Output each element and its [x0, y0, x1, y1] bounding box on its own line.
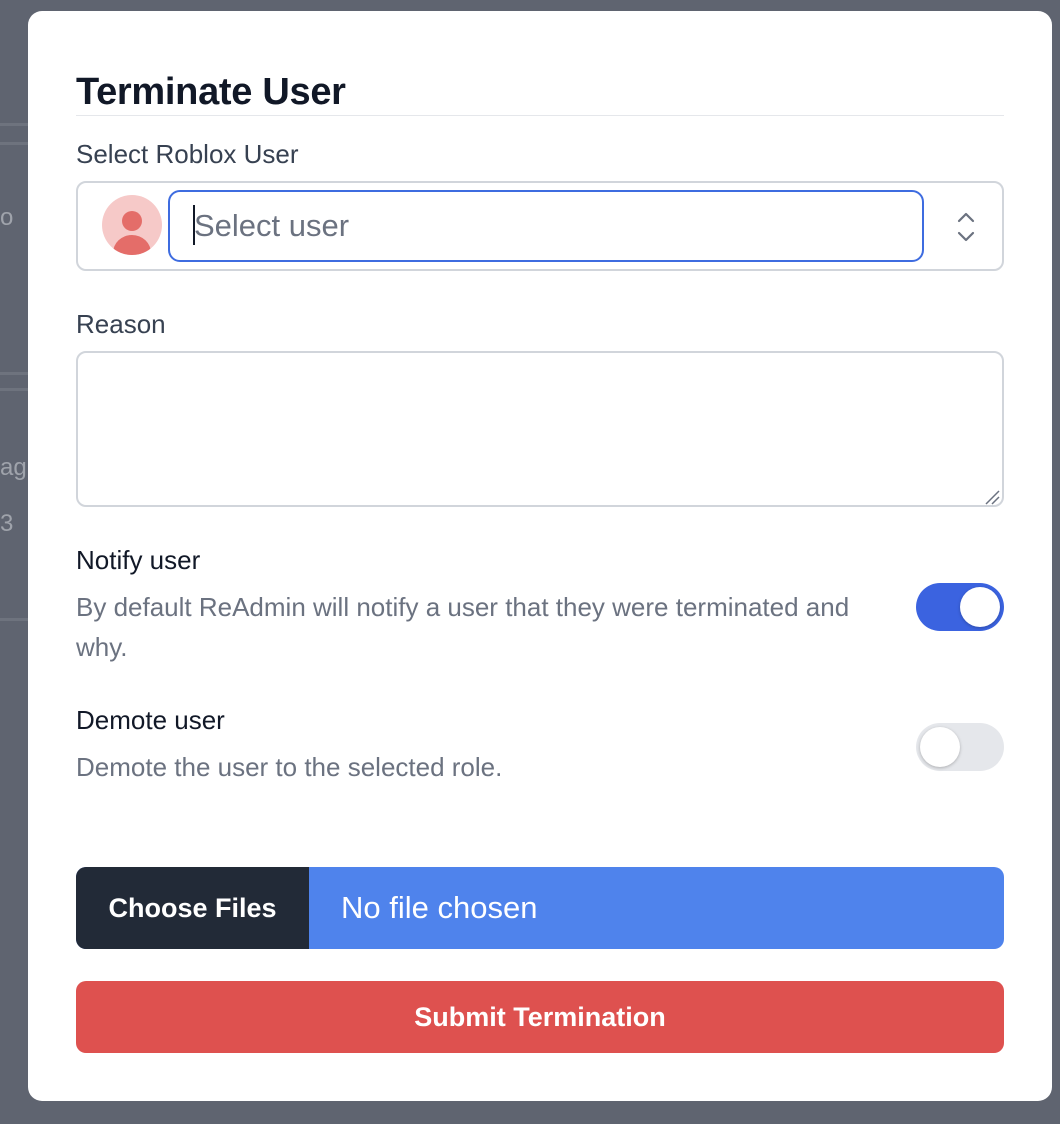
backdrop-divider: [0, 372, 28, 375]
notify-user-toggle[interactable]: [916, 583, 1004, 631]
file-status-text: No file chosen: [341, 890, 538, 925]
title-divider: [76, 115, 1004, 116]
resize-handle-icon[interactable]: [984, 489, 1000, 505]
backdrop-divider: [0, 142, 28, 145]
choose-files-button[interactable]: Choose Files: [76, 867, 309, 949]
backdrop-divider: [0, 388, 28, 391]
backdrop-text: o: [0, 204, 14, 231]
reason-label: Reason: [76, 309, 166, 339]
backdrop-text: 3: [0, 510, 14, 537]
file-picker[interactable]: Choose Files No file chosen: [76, 867, 1004, 949]
toggle-knob: [920, 727, 960, 767]
demote-user-toggle[interactable]: [916, 723, 1004, 771]
demote-user-description: Demote the user to the selected role.: [76, 752, 503, 782]
submit-termination-button[interactable]: Submit Termination: [76, 981, 1004, 1053]
backdrop-text: ag: [0, 454, 27, 481]
select-user-input[interactable]: [168, 190, 924, 262]
reason-textarea[interactable]: [76, 351, 1004, 507]
backdrop-divider: [0, 618, 28, 621]
toggle-knob: [960, 587, 1000, 627]
text-cursor: [193, 205, 195, 245]
modal-title: Terminate User: [76, 71, 346, 113]
user-select[interactable]: [76, 181, 1004, 271]
notify-user-description: By default ReAdmin will notify a user th…: [76, 592, 850, 662]
demote-user-title: Demote user: [76, 705, 225, 735]
terminate-user-modal: Terminate User Select Roblox User Reason…: [28, 11, 1052, 1101]
user-avatar-icon: [102, 195, 162, 255]
chevron-up-down-icon[interactable]: [956, 209, 976, 245]
backdrop-divider: [0, 123, 28, 126]
select-user-label: Select Roblox User: [76, 139, 299, 169]
notify-user-title: Notify user: [76, 545, 201, 575]
